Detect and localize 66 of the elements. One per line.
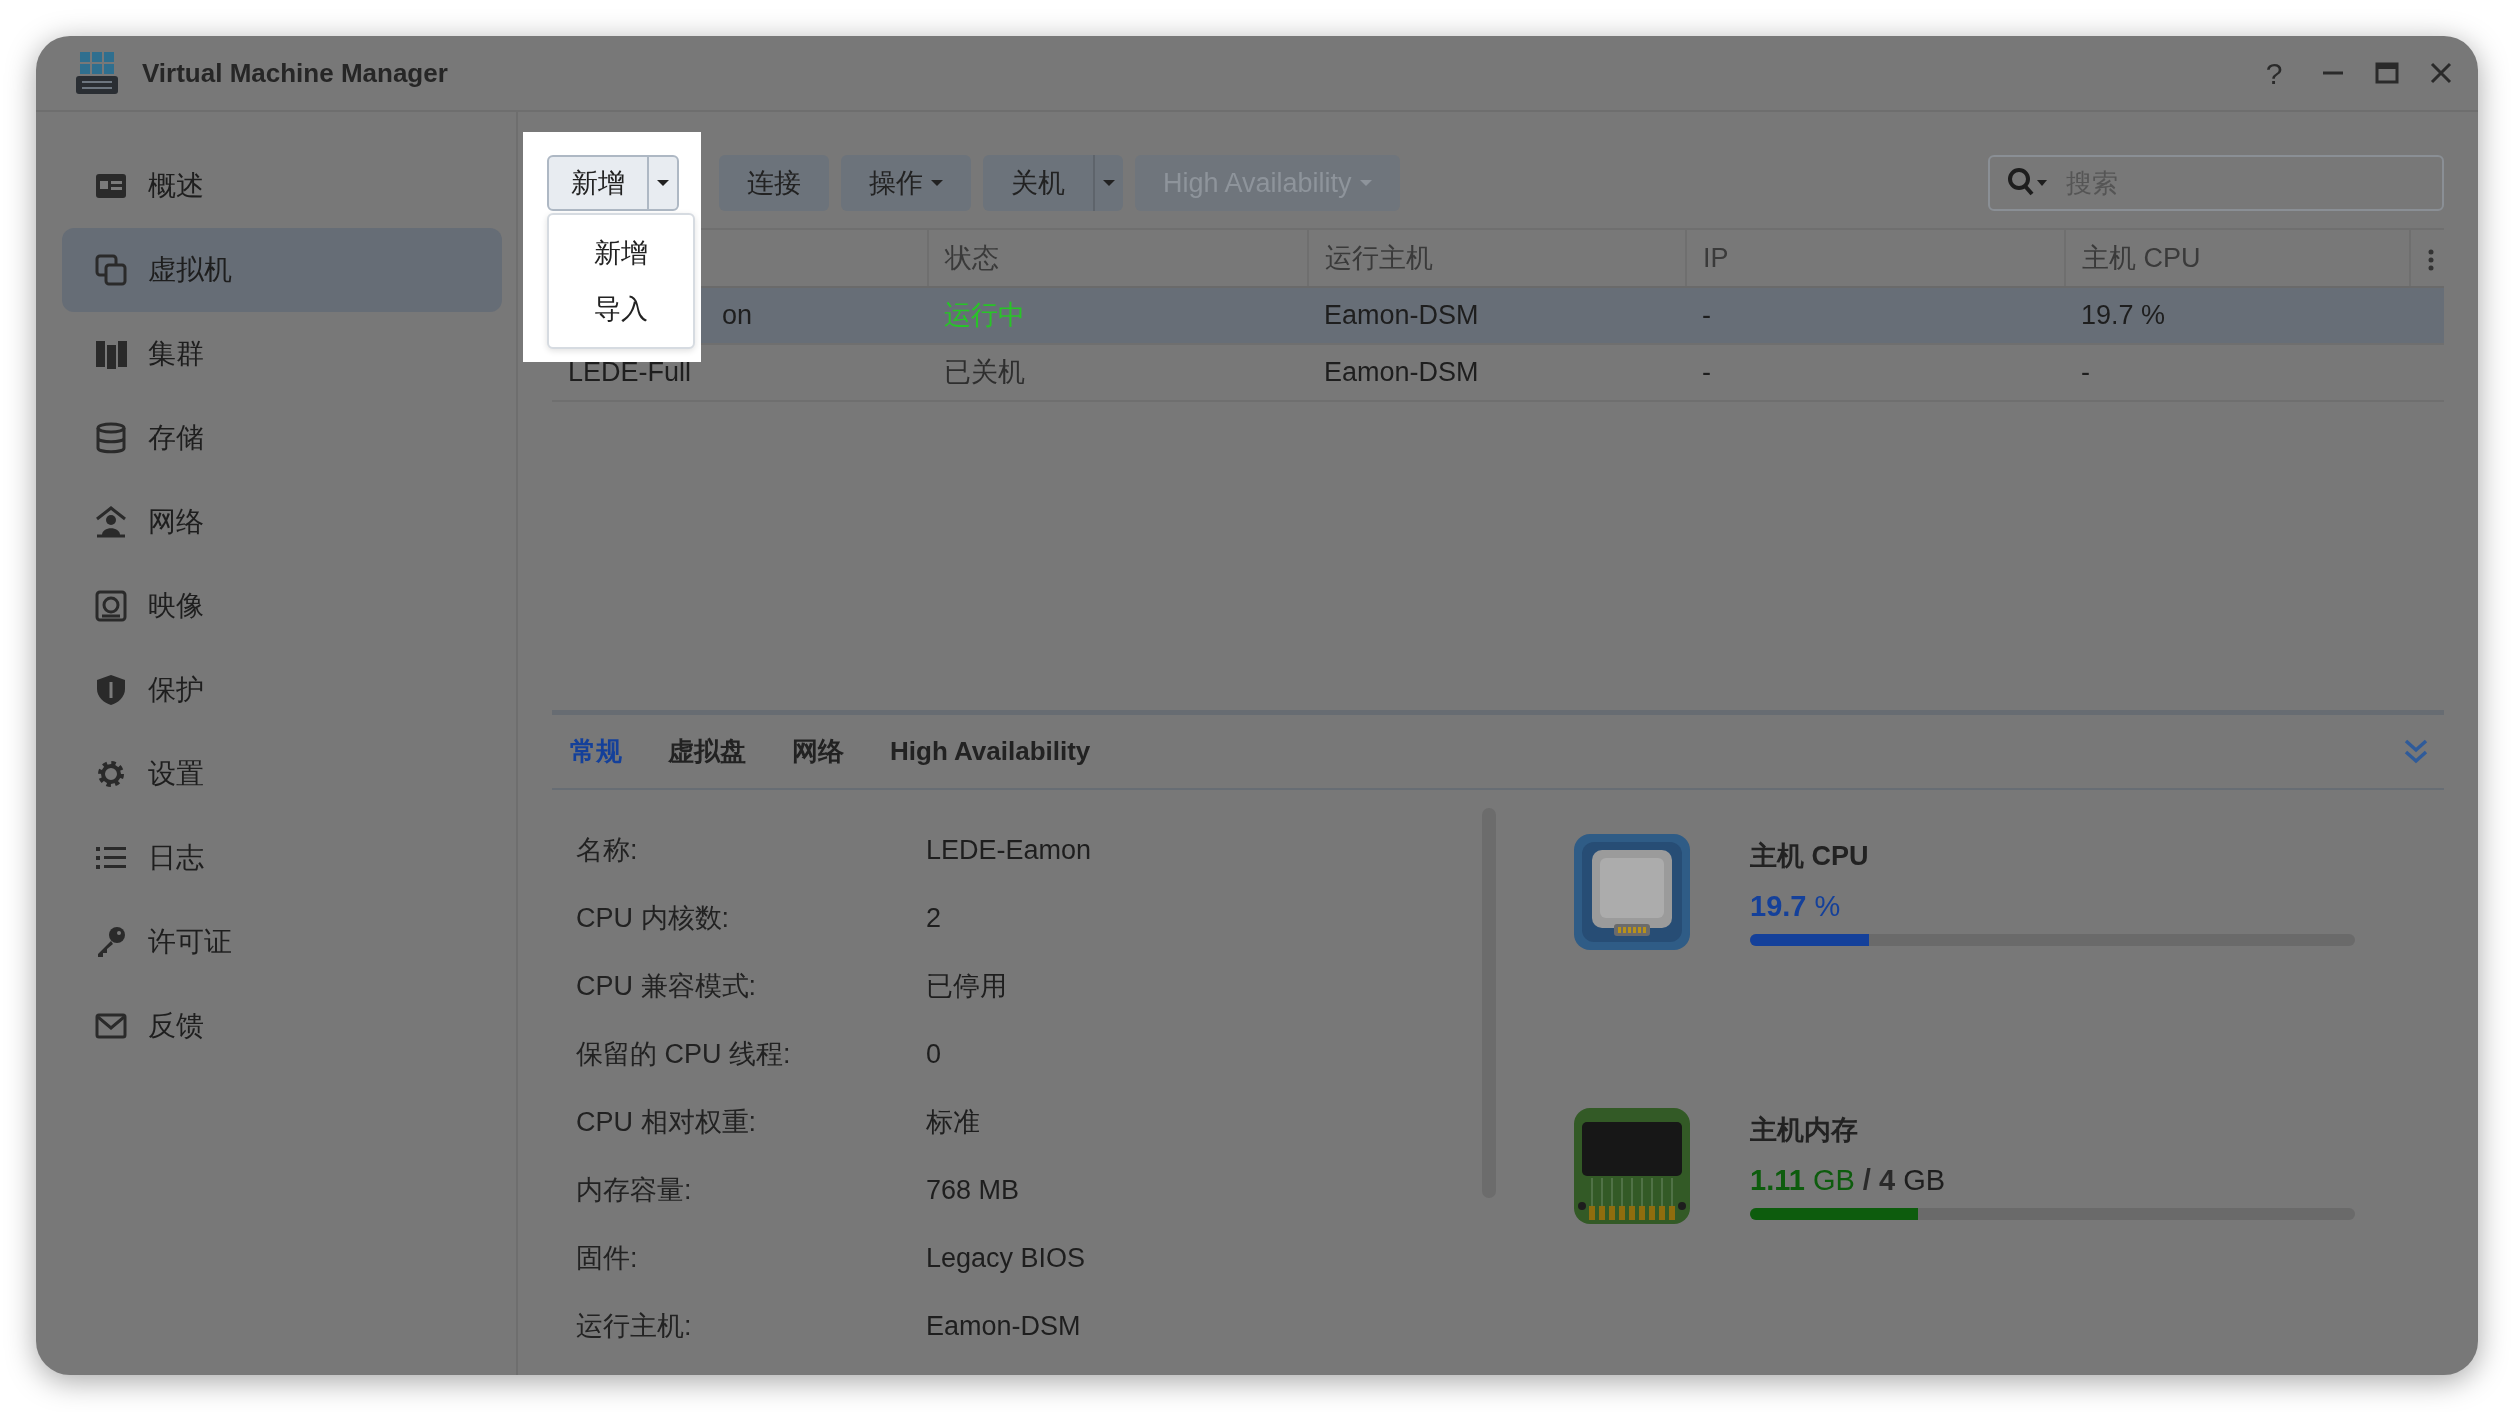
field-label: 内存容量:	[576, 1173, 693, 1207]
monitor-title: 主机 CPU	[1750, 840, 1870, 873]
app-logo-icon	[74, 50, 120, 96]
field-value: 768 MB	[926, 1173, 1020, 1207]
monitor-value: 19.7 %	[1750, 888, 1842, 924]
field-label: 名称:	[576, 833, 639, 867]
field-label: 固件:	[576, 1241, 639, 1275]
detail-tab[interactable]: High Availability	[890, 732, 1091, 771]
detail-tab[interactable]: 常规	[570, 732, 622, 771]
field-label: 保留的 CPU 线程:	[576, 1037, 792, 1071]
field-value: Legacy BIOS	[926, 1241, 1086, 1275]
memory-module-icon	[1572, 1106, 1692, 1226]
table-cell: Eamon-DSM	[1308, 344, 1686, 401]
field-value: LEDE-Eamon	[926, 833, 1092, 867]
column-header[interactable]: 运行主机	[1308, 229, 1686, 287]
field-value: Eamon-DSM	[926, 1309, 1081, 1343]
dropdown-button[interactable]: 操作	[841, 155, 971, 211]
status-cell: 已关机	[928, 344, 1308, 401]
more-options-icon[interactable]	[2427, 247, 2435, 272]
table-cell: Eamon-DSM	[1308, 287, 1686, 344]
sidebar-item[interactable]: 网络	[62, 480, 502, 564]
help-button[interactable]: ?	[2256, 50, 2292, 96]
maximize-icon[interactable]	[2374, 60, 2400, 86]
sidebar-item[interactable]: 概述	[62, 144, 502, 228]
table-cell: 19.7 %	[2065, 287, 2410, 344]
sidebar-item[interactable]: 集群	[62, 312, 502, 396]
sidebar-item[interactable]: 映像	[62, 564, 502, 648]
sidebar-item[interactable]: 保护	[62, 648, 502, 732]
table-cell: -	[2065, 344, 2410, 401]
monitor-value: 1.11 GB / 4 GB	[1750, 1162, 1947, 1198]
table-cell: -	[1686, 344, 2065, 401]
new-split-button[interactable]: 新增	[547, 155, 679, 211]
sidebar-item[interactable]: 许可证	[62, 900, 502, 984]
monitor-title: 主机内存	[1750, 1114, 1859, 1147]
sidebar-item[interactable]: 日志	[62, 816, 502, 900]
sidebar-item[interactable]: 设置	[62, 732, 502, 816]
database-icon	[94, 421, 128, 455]
field-value: 已停用	[926, 969, 1007, 1003]
shield-icon	[94, 673, 128, 707]
field-label: CPU 兼容模式:	[576, 969, 757, 1003]
sidebar-item[interactable]: 反馈	[62, 984, 502, 1068]
status-cell: 运行中	[928, 287, 1308, 344]
column-header[interactable]: 主机 CPU	[2065, 229, 2410, 287]
column-header[interactable]: 状态	[928, 229, 1308, 287]
sidebar-item[interactable]: 虚拟机	[62, 228, 502, 312]
close-icon[interactable]	[2428, 60, 2454, 86]
window-title: Virtual Machine Manager	[142, 56, 448, 90]
caret-button[interactable]	[1093, 155, 1123, 211]
toolbar-button[interactable]: 关机	[983, 155, 1093, 211]
copy-icon	[94, 253, 128, 287]
field-value: 标准	[926, 1105, 980, 1139]
toolbar-button[interactable]: 连接	[719, 155, 829, 211]
field-label: CPU 内核数:	[576, 901, 730, 935]
detail-tab[interactable]: 网络	[792, 732, 844, 771]
field-value: 2	[926, 901, 942, 935]
network-icon	[94, 505, 128, 539]
field-value: 0	[926, 1037, 942, 1071]
field-label: CPU 相对权重:	[576, 1105, 757, 1139]
disc-image-icon	[94, 589, 128, 623]
field-label: 运行主机:	[576, 1309, 693, 1343]
column-header[interactable]: IP	[1686, 229, 2065, 287]
table-cell: -	[1686, 287, 2065, 344]
detail-tab[interactable]: 虚拟盘	[668, 732, 746, 771]
menu-item[interactable]: 新增	[549, 225, 693, 281]
sidebar-item[interactable]: 存储	[62, 396, 502, 480]
cpu-chip-icon	[1572, 832, 1692, 952]
